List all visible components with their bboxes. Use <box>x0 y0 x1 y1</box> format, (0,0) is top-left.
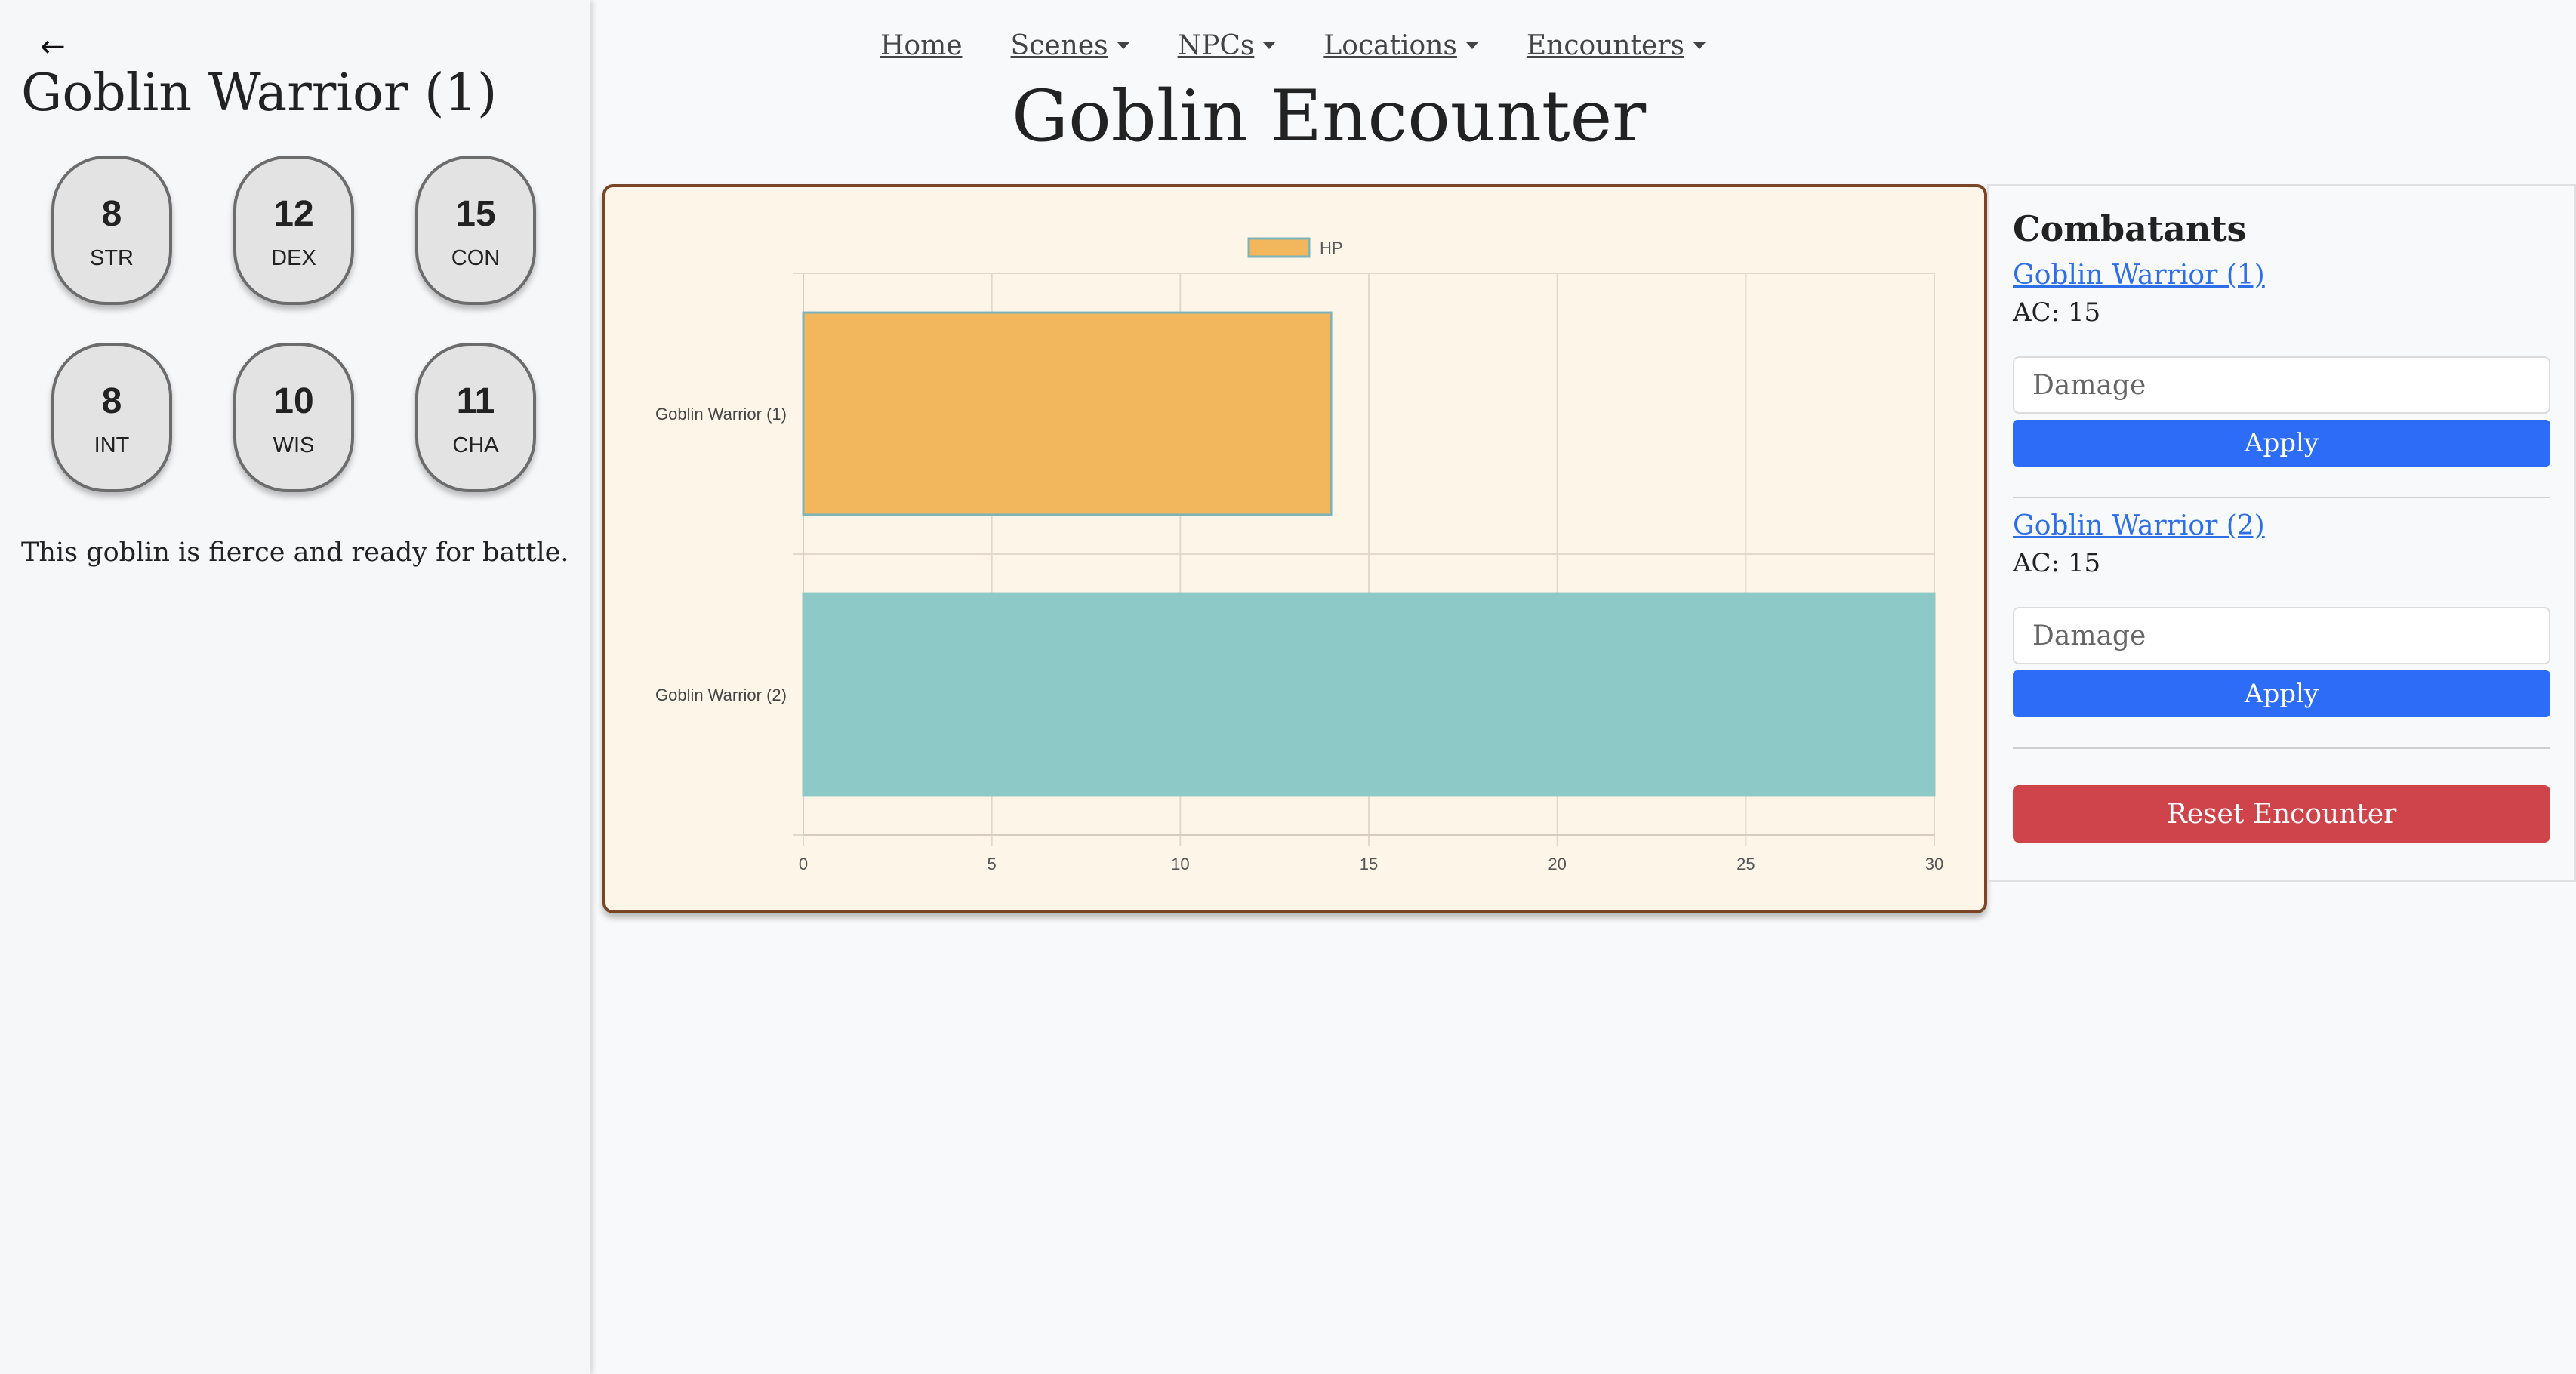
combatant-ac: AC: 15 <box>2013 548 2101 578</box>
nav-label: NPCs <box>1177 29 1255 61</box>
combatants-title: Combatants <box>2013 208 2247 249</box>
stat-value: 11 <box>456 381 495 421</box>
legend-swatch <box>1247 237 1311 258</box>
caret-down-icon <box>1263 42 1276 49</box>
stat-value: 8 <box>101 194 122 234</box>
nav-npcs[interactable]: NPCs <box>1178 30 1276 61</box>
arrow-left-icon[interactable]: ← <box>38 29 68 64</box>
stat-cha: 11 CHA <box>415 343 536 492</box>
x-tick-label: 15 <box>1360 855 1378 873</box>
nav-locations[interactable]: Locations <box>1323 30 1478 61</box>
caret-down-icon <box>1117 42 1129 49</box>
stat-wis: 10 WIS <box>233 343 354 492</box>
stat-label: CHA <box>452 433 499 457</box>
nav-encounters[interactable]: Encounters <box>1527 30 1706 61</box>
stat-str: 8 STR <box>51 156 172 305</box>
nav-label: Scenes <box>1010 29 1108 61</box>
category-label: Goblin Warrior (2) <box>655 685 787 704</box>
caret-down-icon <box>1465 42 1478 49</box>
npc-description: This goblin is fierce and ready for batt… <box>21 538 569 568</box>
page-title: Goblin Encounter <box>1012 75 1647 158</box>
stat-label: CON <box>451 246 501 270</box>
apply-button[interactable]: Apply <box>2013 670 2550 717</box>
stat-dex: 12 DEX <box>233 156 354 305</box>
combatants-panel: Combatants Goblin Warrior (1) AC: 15 App… <box>1987 184 2576 882</box>
hp-bar <box>802 311 1333 516</box>
stat-label: STR <box>90 246 134 270</box>
stat-int: 8 INT <box>51 343 172 492</box>
hp-bar-chart: 0 5 10 15 20 25 30 Goblin Warrior (1) Goblin War… <box>655 237 1943 873</box>
reset-encounter-button[interactable]: Reset Encounter <box>2013 785 2550 843</box>
apply-button[interactable]: Apply <box>2013 420 2550 467</box>
category-label: Goblin Warrior (1) <box>655 405 787 424</box>
nav-label: Locations <box>1323 29 1457 61</box>
npc-sidebar: ← Goblin Warrior (1) 8 STR 12 DEX 15 CON… <box>0 0 590 1374</box>
x-tick-label: 0 <box>799 855 808 873</box>
x-tick-label: 20 <box>1548 855 1566 873</box>
x-tick-label: 25 <box>1736 855 1755 873</box>
hp-chart-panel: 0 5 10 15 20 25 30 Goblin Warrior (1) Goblin War… <box>602 184 1987 913</box>
combatant-ac: AC: 15 <box>2013 297 2101 328</box>
damage-input[interactable] <box>2013 356 2550 414</box>
hp-bar <box>802 592 1936 797</box>
divider <box>2013 747 2550 749</box>
stat-label: INT <box>94 433 130 457</box>
damage-input[interactable] <box>2013 607 2550 664</box>
nav-label: Home <box>880 29 963 61</box>
legend-label: HP <box>1320 239 1343 257</box>
stat-label: DEX <box>271 246 316 270</box>
stat-label: WIS <box>273 433 315 457</box>
combatant-link[interactable]: Goblin Warrior (1) <box>2013 260 2265 291</box>
stat-value: 8 <box>101 381 122 421</box>
npc-title: Goblin Warrior (1) <box>21 63 498 123</box>
x-tick-label: 30 <box>1925 855 1943 873</box>
nav-home[interactable]: Home <box>880 30 963 61</box>
stat-con: 15 CON <box>415 156 536 305</box>
caret-down-icon <box>1693 42 1706 49</box>
x-tick-label: 5 <box>988 855 997 873</box>
stat-value: 15 <box>455 194 496 234</box>
x-tick-label: 10 <box>1171 855 1189 873</box>
stat-value: 10 <box>273 381 314 421</box>
combatant-link[interactable]: Goblin Warrior (2) <box>2013 510 2265 541</box>
nav-scenes[interactable]: Scenes <box>1011 30 1129 61</box>
nav-label: Encounters <box>1526 29 1685 61</box>
divider <box>2013 497 2550 498</box>
top-nav: Home Scenes NPCs Locations Encounters <box>880 23 1706 68</box>
stat-value: 12 <box>273 194 314 234</box>
